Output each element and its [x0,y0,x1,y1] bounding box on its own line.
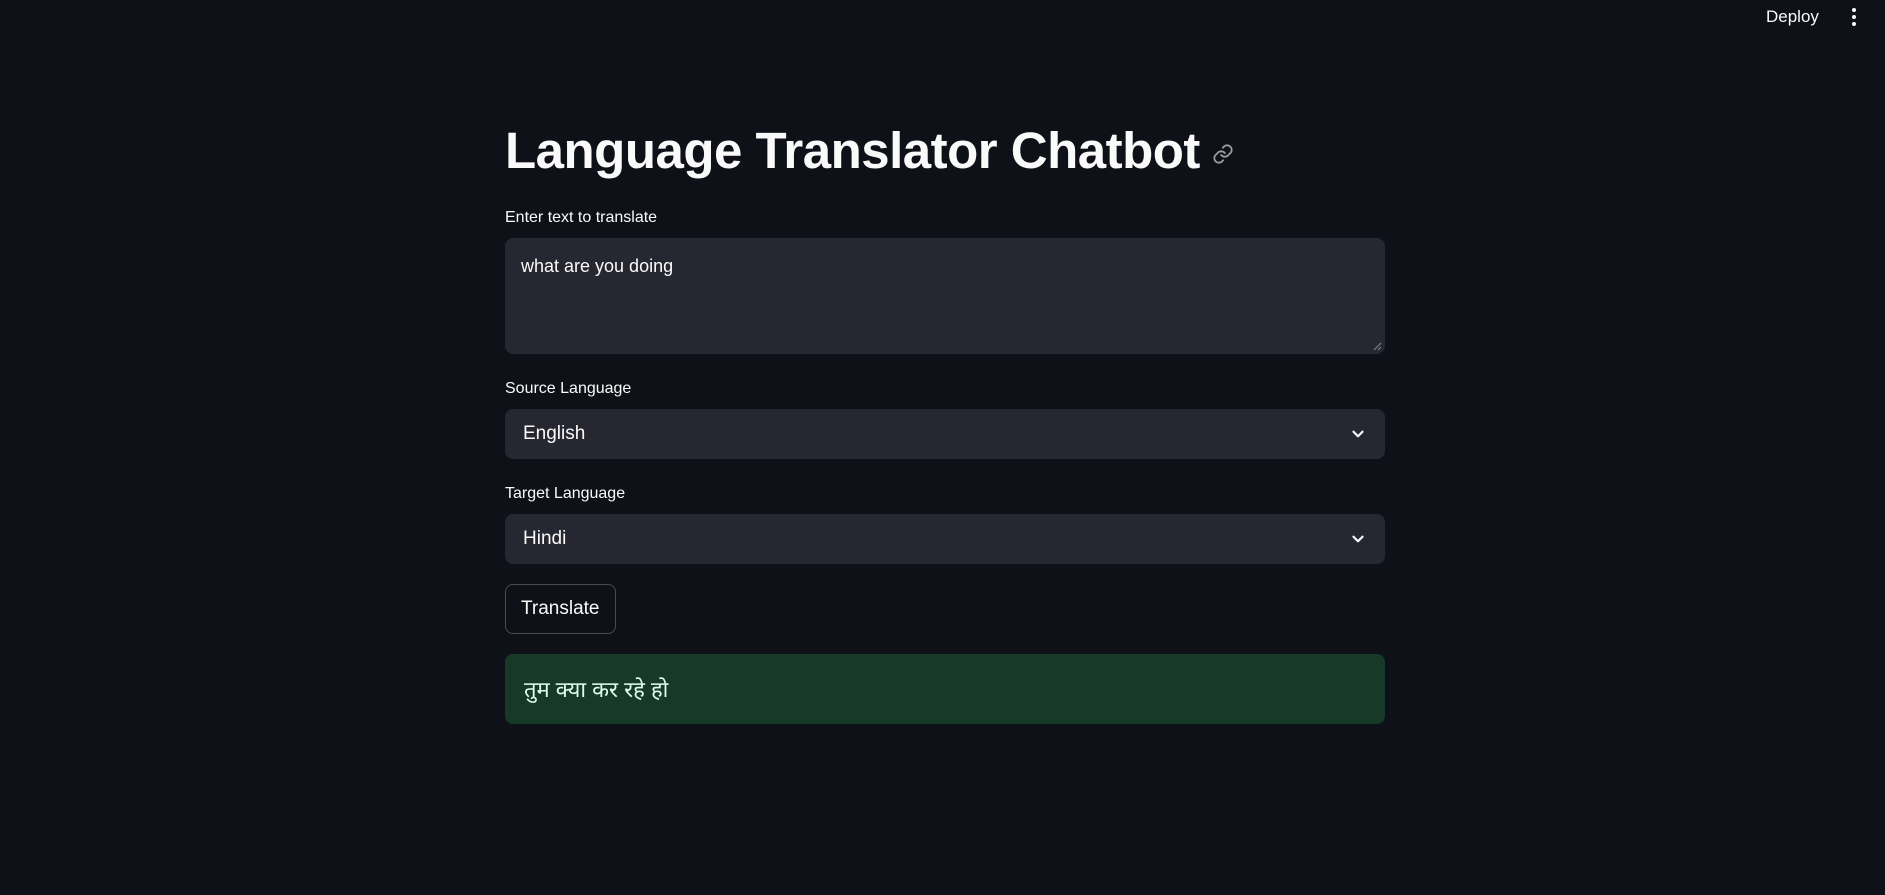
kebab-vertical-icon [1852,15,1856,19]
text-input-value: what are you doing [521,256,674,276]
text-input-label: Enter text to translate [505,209,658,226]
target-language-select[interactable]: Hindi [505,514,1385,564]
kebab-vertical-icon [1852,22,1856,26]
source-language-value: English [523,423,586,444]
title-row: Language Translator Chatbot [505,118,1234,184]
target-language-value: Hindi [523,528,567,549]
chevron-down-icon [1352,430,1364,438]
target-language-label: Target Language [505,485,626,502]
kebab-vertical-icon [1852,8,1856,12]
app-header: Deploy [0,0,1885,36]
resize-handle-icon[interactable] [1372,341,1382,351]
translate-button[interactable]: Translate [505,584,616,634]
translation-result-box: तुम क्या कर रहे हो [505,654,1385,724]
source-language-label: Source Language [505,380,632,397]
translation-result-text: तुम क्या कर रहे हो [524,677,669,702]
text-to-translate-input[interactable]: what are you doing [505,238,1385,354]
chevron-down-icon [1352,535,1364,543]
link-icon[interactable] [1212,143,1234,165]
deploy-button[interactable]: Deploy [1760,6,1825,28]
source-language-select[interactable]: English [505,409,1385,459]
page-title: Language Translator Chatbot [505,122,1200,179]
main-menu-button[interactable] [1846,6,1862,28]
